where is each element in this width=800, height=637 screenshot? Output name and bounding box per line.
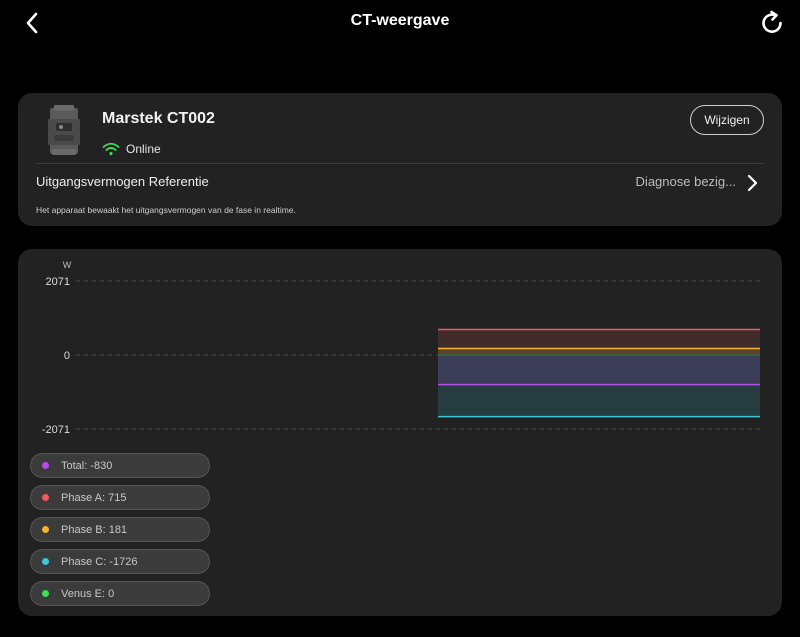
wifi-icon [102,142,120,156]
legend-color-dot [42,462,49,469]
reference-label: Uitgangsvermogen Referentie [36,174,209,189]
legend-color-dot [42,494,49,501]
connection-status: Online [102,140,161,158]
legend-item[interactable]: Phase A: 715 [30,485,210,510]
reference-description: Het apparaat bewaakt het uitgangsvermoge… [36,205,296,215]
chart-card: W 2071 0 -2071 Total: -830 Phase A: 715 Phas… [18,249,782,616]
legend-color-dot [42,558,49,565]
legend-item[interactable]: Venus E: 0 [30,581,210,606]
edit-button[interactable]: Wijzigen [690,105,764,135]
reference-value: Diagnose bezig... [635,174,736,189]
refresh-button[interactable] [758,9,786,37]
chart-legend: Total: -830 Phase A: 715 Phase B: 181 Phase… [30,453,210,613]
y-tick-label: 0 [64,350,70,362]
y-tick-label: 2071 [46,276,70,288]
y-axis-unit: W [63,260,72,270]
output-reference-row[interactable]: Uitgangsvermogen Referentie Diagnose bez… [36,171,764,195]
legend-label: Venus E: 0 [61,587,115,600]
y-tick-label: -2071 [42,424,70,436]
legend-item[interactable]: Phase B: 181 [30,517,210,542]
legend-label: Phase A: 715 [61,491,127,504]
top-bar: CT-weergave [0,0,800,46]
status-text: Online [126,142,161,156]
refresh-icon [762,10,782,33]
legend-color-dot [42,526,49,533]
device-name: Marstek CT002 [102,110,215,127]
legend-item[interactable]: Total: -830 [30,453,210,478]
legend-item[interactable]: Phase C: -1726 [30,549,210,574]
power-chart: W 2071 0 -2071 [42,260,760,436]
legend-label: Total: -830 [61,459,113,472]
series-area-total [438,355,760,385]
device-image [42,105,86,157]
legend-color-dot [42,590,49,597]
page-title: CT-weergave [350,12,450,29]
chevron-right-icon [747,174,758,192]
legend-label: Phase C: -1726 [61,555,138,568]
legend-label: Phase B: 181 [61,523,128,536]
divider [36,163,764,164]
device-card: Marstek CT002 Online Wijzigen Uitgangsve… [18,93,782,226]
series-area-phase-b [438,348,760,355]
